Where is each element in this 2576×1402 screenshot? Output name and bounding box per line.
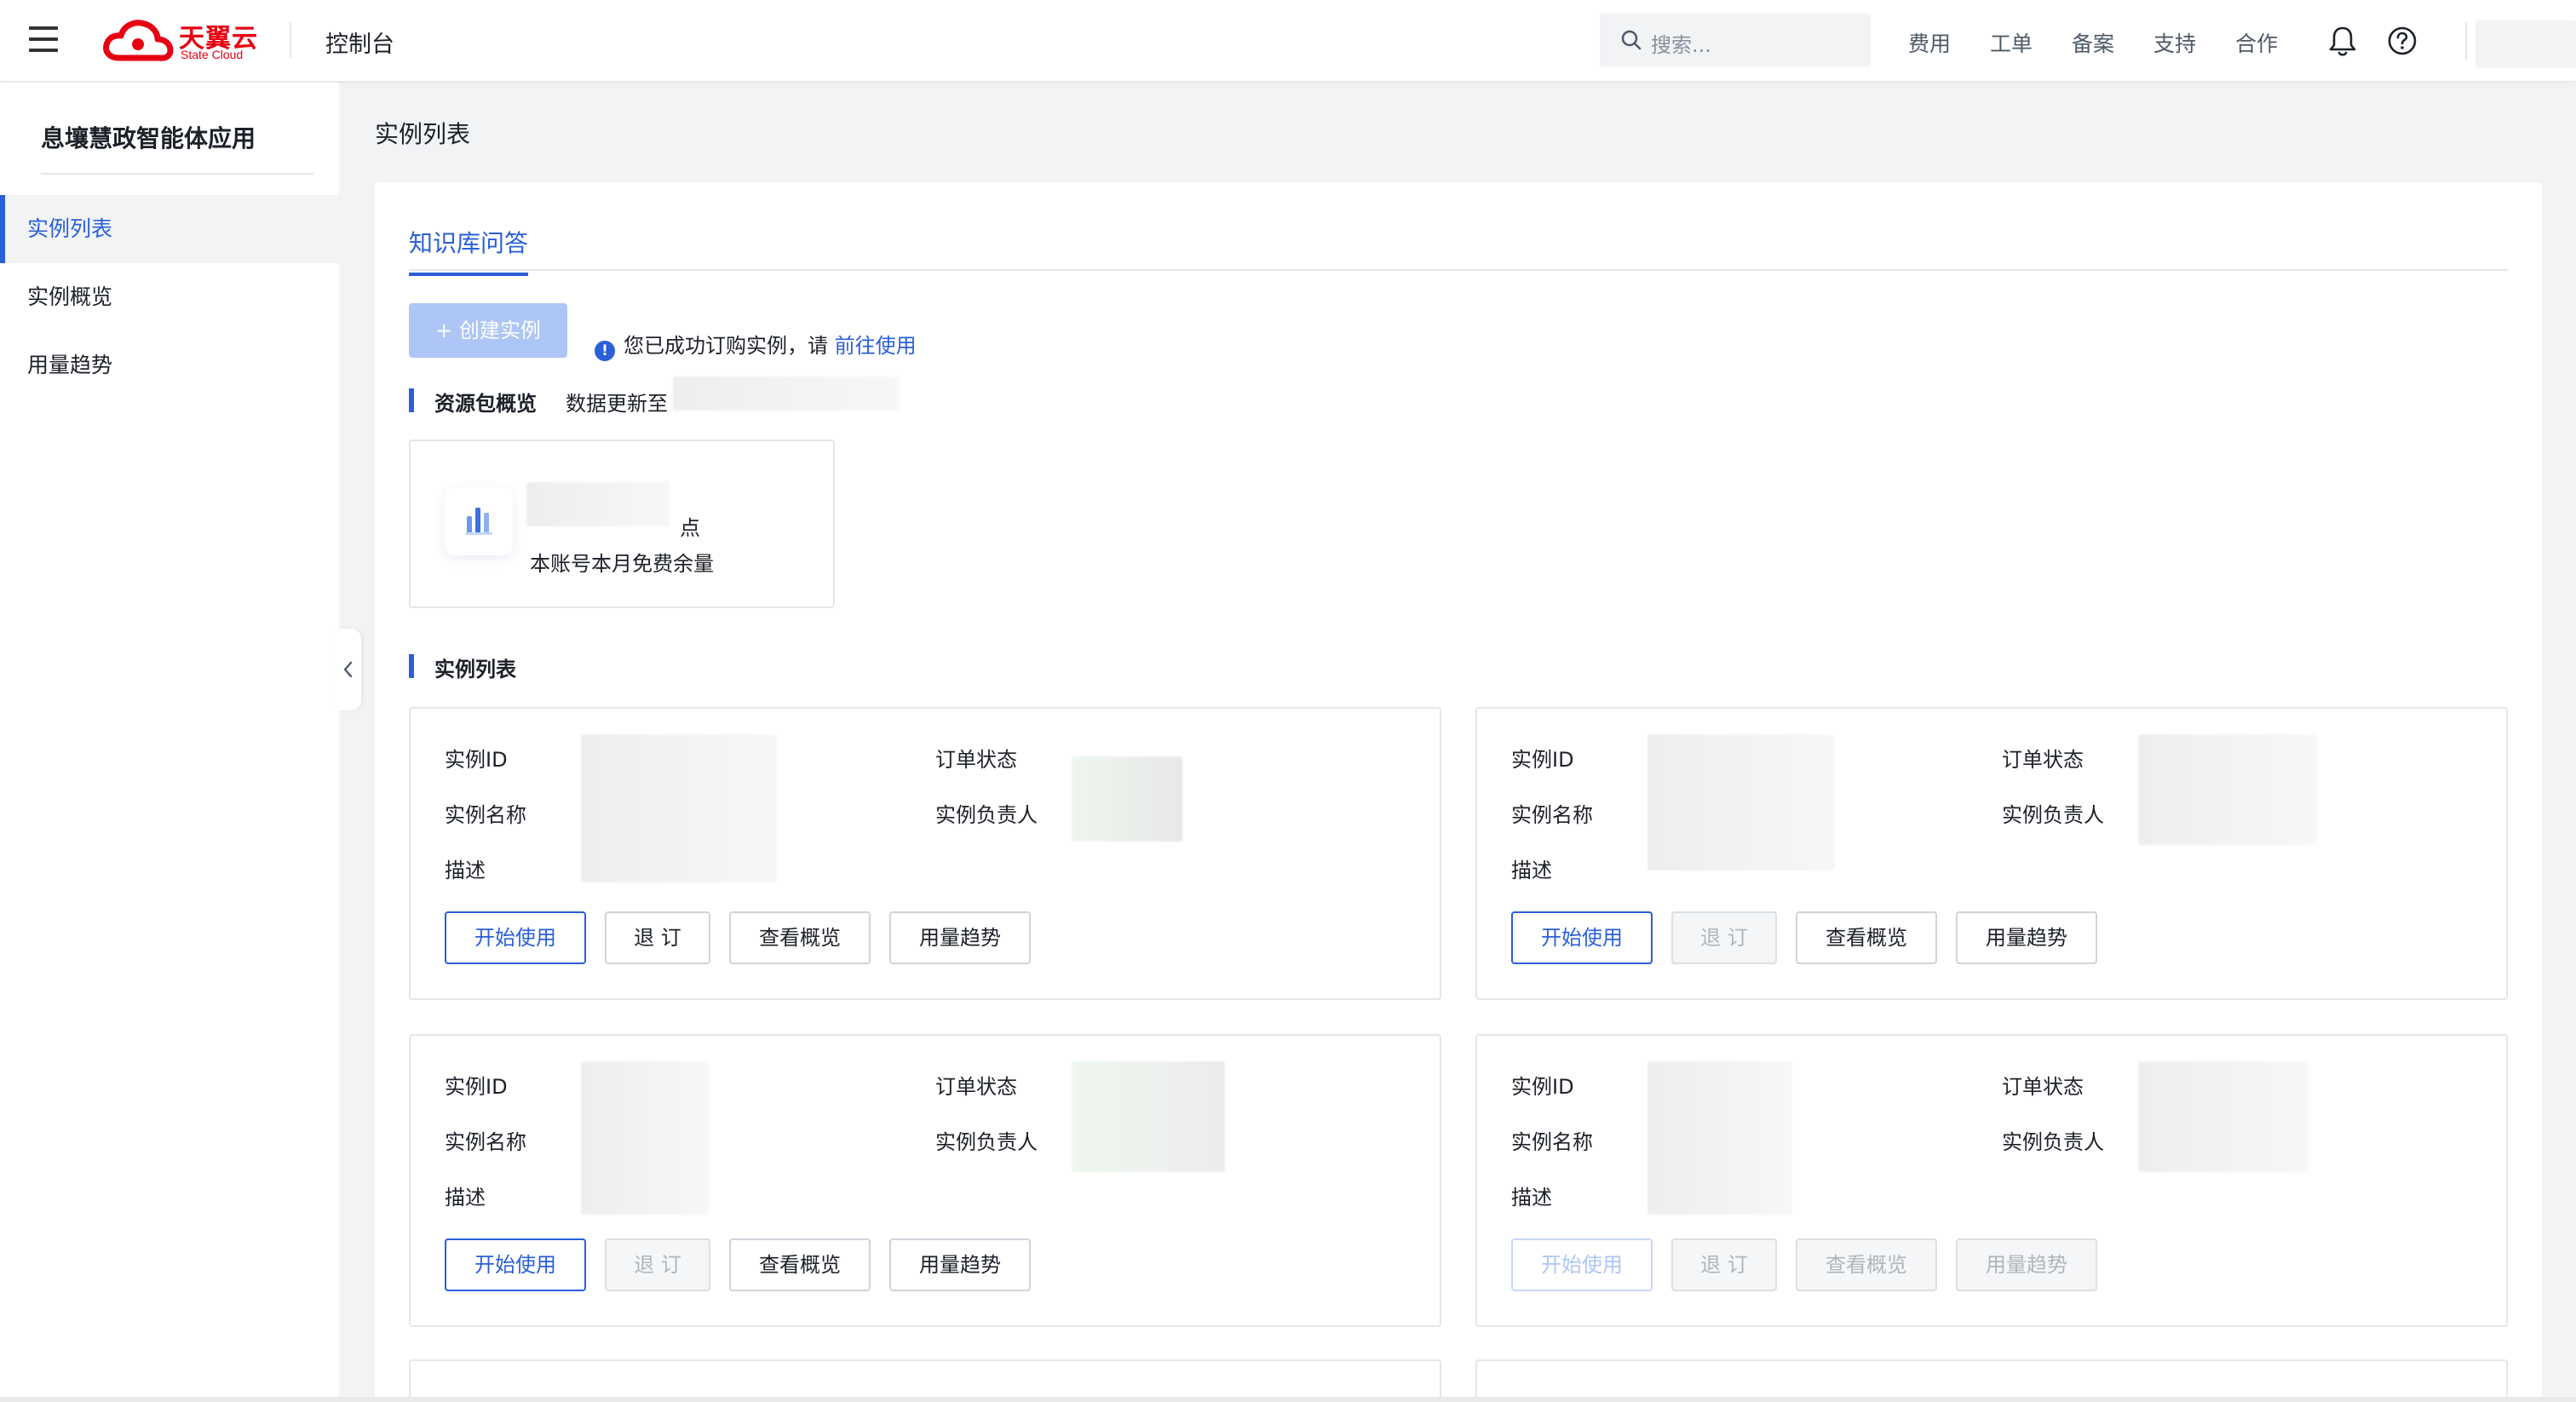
view-overview-button[interactable]: 查看概览 [1796, 1238, 1937, 1291]
instance-card: 实例ID 实例名称 描述 订单状态 实例负责人 开始使用 退 订 查看概览 用量… [1475, 707, 2508, 1000]
view-overview-button[interactable]: 查看概览 [1796, 911, 1937, 964]
search-input[interactable]: 搜索... [1651, 28, 1711, 58]
label-instance-name: 实例名称 [445, 803, 526, 827]
label-instance-id: 实例ID [445, 748, 508, 772]
view-overview-button[interactable]: 查看概览 [729, 911, 871, 964]
search-box[interactable]: 搜索... [1600, 14, 1871, 66]
label-owner: 实例负责人 [935, 803, 1038, 827]
label-instance-id: 实例ID [445, 1075, 508, 1099]
go-use-link[interactable]: 前往使用 [835, 334, 917, 358]
sidebar-title: 息壤慧政智能体应用 [41, 124, 256, 152]
divider [290, 22, 291, 58]
info-icon: ! [595, 341, 615, 361]
redacted-value [526, 482, 670, 526]
avatar[interactable] [2475, 20, 2576, 68]
view-overview-button[interactable]: 查看概览 [729, 1238, 871, 1291]
resource-section-title: 资源包概览 [409, 387, 537, 417]
sidebar-collapse-button[interactable] [336, 629, 361, 710]
redacted-info [1647, 1061, 1792, 1215]
label-instance-id: 实例ID [1511, 1075, 1574, 1099]
label-desc: 描述 [445, 1186, 486, 1210]
instance-card: 实例ID 实例名称 描述 订单状态 实例负责人 开始使用 退 订 查看概览 用量… [1475, 1034, 2508, 1327]
tab-bar: 知识库问答 [409, 182, 2508, 276]
label-instance-name: 实例名称 [1511, 803, 1593, 827]
nav-partner[interactable]: 合作 [2235, 27, 2278, 58]
unsubscribe-button[interactable]: 退 订 [605, 911, 710, 964]
unsubscribe-button[interactable]: 退 订 [605, 1238, 710, 1291]
redacted-info [581, 734, 777, 882]
label-order-status: 订单状态 [935, 1075, 1017, 1099]
resource-package-card: 点 本账号本月免费余量 [409, 440, 835, 608]
redacted-info [1072, 756, 1182, 842]
label-instance-name: 实例名称 [1511, 1130, 1593, 1154]
bell-icon[interactable] [2327, 24, 2358, 58]
package-desc: 本账号本月免费余量 [530, 552, 714, 576]
nav-fees[interactable]: 费用 [1908, 27, 1951, 58]
start-button[interactable]: 开始使用 [445, 911, 586, 964]
nav-support[interactable]: 支持 [2153, 27, 2196, 58]
sidebar-item-instance-overview[interactable]: 实例概览 [0, 263, 339, 331]
usage-trend-button[interactable]: 用量趋势 [1956, 911, 2097, 964]
start-button[interactable]: 开始使用 [1511, 1238, 1653, 1291]
usage-trend-button[interactable]: 用量趋势 [1956, 1238, 2097, 1291]
start-button[interactable]: 开始使用 [1511, 911, 1653, 964]
instance-card: 实例ID 实例名称 描述 订单状态 实例负责人 开始使用 退 订 查看概览 用量… [409, 707, 1441, 1000]
label-owner: 实例负责人 [2002, 1130, 2104, 1154]
help-icon[interactable] [2387, 26, 2418, 56]
bar-chart-icon [445, 487, 513, 555]
label-order-status: 订单状态 [2002, 1075, 2084, 1099]
chevron-left-icon [343, 661, 353, 678]
tab-knowledge-qa[interactable]: 知识库问答 [409, 225, 529, 276]
package-unit: 点 [680, 516, 700, 540]
label-order-status: 订单状态 [2002, 748, 2084, 772]
menu-icon[interactable] [29, 26, 58, 52]
redacted-info [1072, 1061, 1225, 1172]
content-panel: 知识库问答 + 创建实例 ! 您已成功订购实例，请 前往使用 资源包概览 数据更新… [375, 182, 2542, 1402]
nav-filing[interactable]: 备案 [2072, 27, 2114, 58]
horizontal-scrollbar[interactable] [0, 1397, 2576, 1402]
label-instance-id: 实例ID [1511, 748, 1574, 772]
nav-tickets[interactable]: 工单 [1990, 27, 2033, 58]
create-instance-button[interactable]: + 创建实例 [409, 303, 567, 358]
redacted-info [1647, 734, 1835, 871]
divider [41, 173, 313, 175]
console-title[interactable]: 控制台 [325, 26, 394, 59]
logo[interactable]: 天翼云 State Cloud [102, 17, 264, 65]
cloud-logo-icon [103, 20, 174, 61]
page-title: 实例列表 [375, 120, 471, 148]
instance-section-title: 实例列表 [409, 652, 516, 682]
usage-trend-button[interactable]: 用量趋势 [889, 1238, 1031, 1291]
unsubscribe-button[interactable]: 退 订 [1671, 911, 1777, 964]
label-owner: 实例负责人 [935, 1130, 1038, 1154]
instance-card [1475, 1359, 2508, 1402]
instance-card [409, 1359, 1441, 1402]
sidebar: 息壤慧政智能体应用 实例列表 实例概览 用量趋势 [0, 83, 339, 1402]
sidebar-item-usage-trend[interactable]: 用量趋势 [0, 331, 339, 399]
label-desc: 描述 [445, 859, 486, 882]
label-owner: 实例负责人 [2002, 803, 2104, 827]
label-desc: 描述 [1511, 1186, 1552, 1210]
notice: ! 您已成功订购实例，请 前往使用 [595, 329, 917, 361]
label-instance-name: 实例名称 [445, 1130, 526, 1154]
unsubscribe-button[interactable]: 退 订 [1671, 1238, 1777, 1291]
update-label: 数据更新至 [566, 392, 668, 416]
redacted-info [2138, 734, 2317, 845]
start-button[interactable]: 开始使用 [445, 1238, 586, 1291]
usage-trend-button[interactable]: 用量趋势 [889, 911, 1031, 964]
redacted-info [581, 1061, 709, 1215]
search-icon [1621, 30, 1642, 50]
instance-card: 实例ID 实例名称 描述 订单状态 实例负责人 开始使用 退 订 查看概览 用量… [409, 1034, 1441, 1327]
notice-text: 您已成功订购实例，请 [624, 334, 828, 358]
redacted-info [2138, 1061, 2309, 1172]
logo-subtext: State Cloud [181, 48, 244, 61]
divider [2465, 22, 2467, 60]
label-desc: 描述 [1511, 859, 1552, 882]
top-bar: 天翼云 State Cloud 控制台 搜索... 费用 工单 备案 支持 合作 [0, 0, 2576, 82]
redacted-date [673, 376, 900, 411]
label-order-status: 订单状态 [935, 748, 1017, 772]
sidebar-item-instance-list[interactable]: 实例列表 [0, 195, 339, 263]
